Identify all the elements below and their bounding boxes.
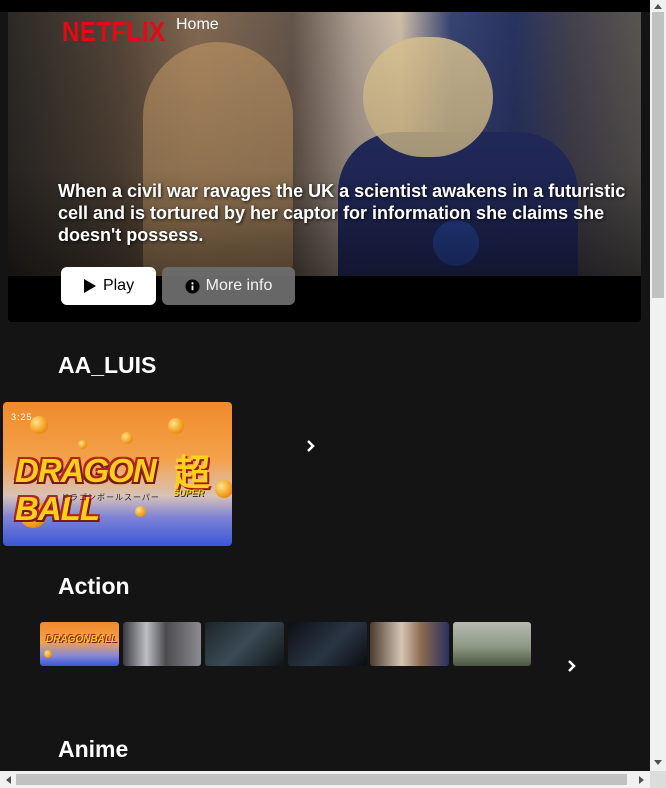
more-info-button[interactable]: More info: [162, 267, 295, 305]
info-icon: [185, 278, 200, 294]
title-card-thumbnail[interactable]: [288, 622, 367, 666]
dragon-ball-subtitle: ドラゴンボールスーパー: [61, 493, 160, 502]
dragon-ball-super-text: SUPER: [173, 488, 205, 498]
row-next-arrow[interactable]: [303, 439, 319, 458]
vertical-scrollbar[interactable]: [650, 0, 666, 771]
scroll-left-arrow-icon[interactable]: [0, 771, 16, 788]
row-next-arrow[interactable]: [564, 659, 580, 678]
chevron-right-icon: [306, 439, 316, 458]
play-button[interactable]: Play: [61, 267, 156, 305]
scroll-right-arrow-icon[interactable]: [634, 771, 650, 788]
chevron-right-icon: [567, 659, 577, 678]
scroll-up-arrow-icon[interactable]: [650, 0, 666, 12]
vertical-scroll-thumb[interactable]: [652, 12, 664, 298]
more-info-button-label: More info: [205, 277, 273, 294]
title-card-thumbnail[interactable]: [370, 622, 449, 666]
horizontal-scrollbar[interactable]: [0, 771, 650, 788]
title-card-dragon-ball-super[interactable]: 3:25 DRAGON BALL 超 SUPER ドラゴンボールスーパー: [3, 402, 232, 546]
play-button-label: Play: [102, 277, 135, 294]
scrollbar-corner: [650, 771, 666, 788]
play-icon: [83, 278, 97, 294]
row-title-anime: Anime: [58, 736, 129, 762]
top-bar: [0, 0, 650, 12]
title-card-thumbnail[interactable]: [453, 622, 531, 666]
nav-home-link[interactable]: Home: [176, 16, 219, 34]
netflix-logo[interactable]: NETFLIX: [62, 17, 166, 49]
title-card-thumbnail[interactable]: DRAGONBALL: [40, 622, 119, 666]
tile-corner-text: 3:25: [11, 412, 33, 422]
title-card-thumbnail[interactable]: [123, 622, 201, 666]
title-card-thumbnail[interactable]: [205, 622, 284, 666]
scroll-down-arrow-icon[interactable]: [650, 757, 666, 769]
hero-description: When a civil war ravages the UK a scient…: [58, 181, 626, 245]
horizontal-scroll-thumb[interactable]: [16, 774, 627, 785]
row-title-aa-luis: AA_LUIS: [58, 352, 157, 378]
row-title-action: Action: [58, 573, 130, 599]
